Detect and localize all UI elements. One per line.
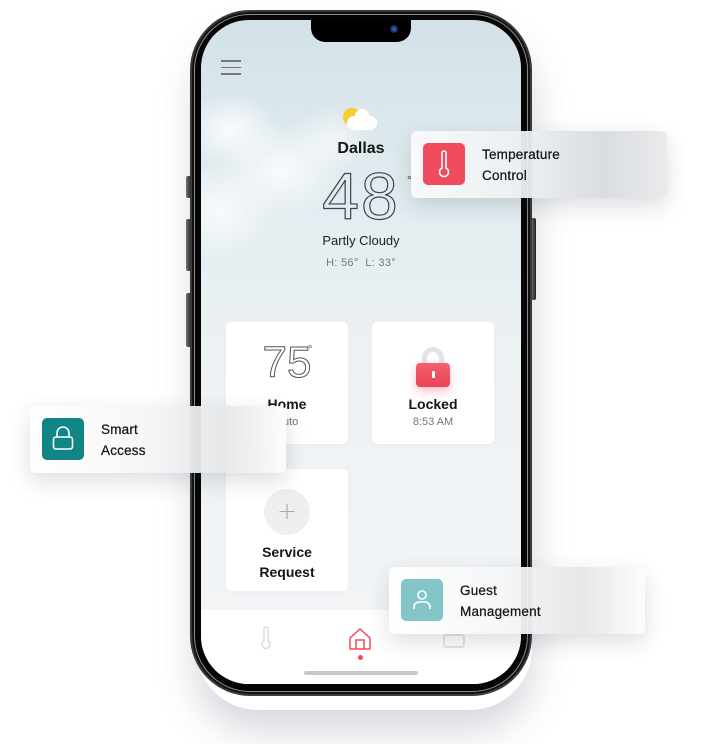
user-icon <box>401 579 443 621</box>
tab-temperature[interactable] <box>251 624 281 654</box>
notch <box>311 20 411 42</box>
thermometer-icon <box>261 626 271 650</box>
feature-guest-label: Guest Management <box>460 583 541 619</box>
home-icon <box>349 628 371 650</box>
feature-guest-management[interactable]: Guest Management <box>389 567 645 634</box>
service-request-title: Service Request <box>259 544 315 580</box>
service-request-card[interactable]: + Service Request <box>226 469 348 591</box>
camera-icon <box>390 25 398 33</box>
feature-smart-access-label: Smart Access <box>101 422 146 458</box>
hamburger-menu-icon[interactable] <box>221 60 241 76</box>
lock-card-time: 8:53 AM <box>412 416 454 428</box>
home-indicator-bar[interactable] <box>304 671 418 675</box>
feature-temperature-label: Temperature Control <box>482 147 560 183</box>
thermometer-icon <box>423 143 465 185</box>
lock-status-card[interactable]: Locked 8:53 AM <box>372 322 494 444</box>
partly-cloudy-icon <box>341 108 379 134</box>
weather-condition: Partly Cloudy <box>322 233 400 248</box>
padlock-icon <box>416 347 450 389</box>
lock-card-title: Locked <box>408 396 458 412</box>
high-low-temperature: H: 56° L: 33° <box>326 257 396 269</box>
home-temperature: 75 <box>262 338 312 388</box>
active-tab-indicator <box>358 655 363 660</box>
tab-home[interactable] <box>345 624 375 654</box>
home-temperature-degree: ° <box>308 344 313 356</box>
lock-icon <box>42 418 84 460</box>
feature-smart-access[interactable]: Smart Access <box>30 406 286 473</box>
feature-temperature-control[interactable]: Temperature Control <box>411 131 667 198</box>
plus-icon: + <box>264 489 310 535</box>
